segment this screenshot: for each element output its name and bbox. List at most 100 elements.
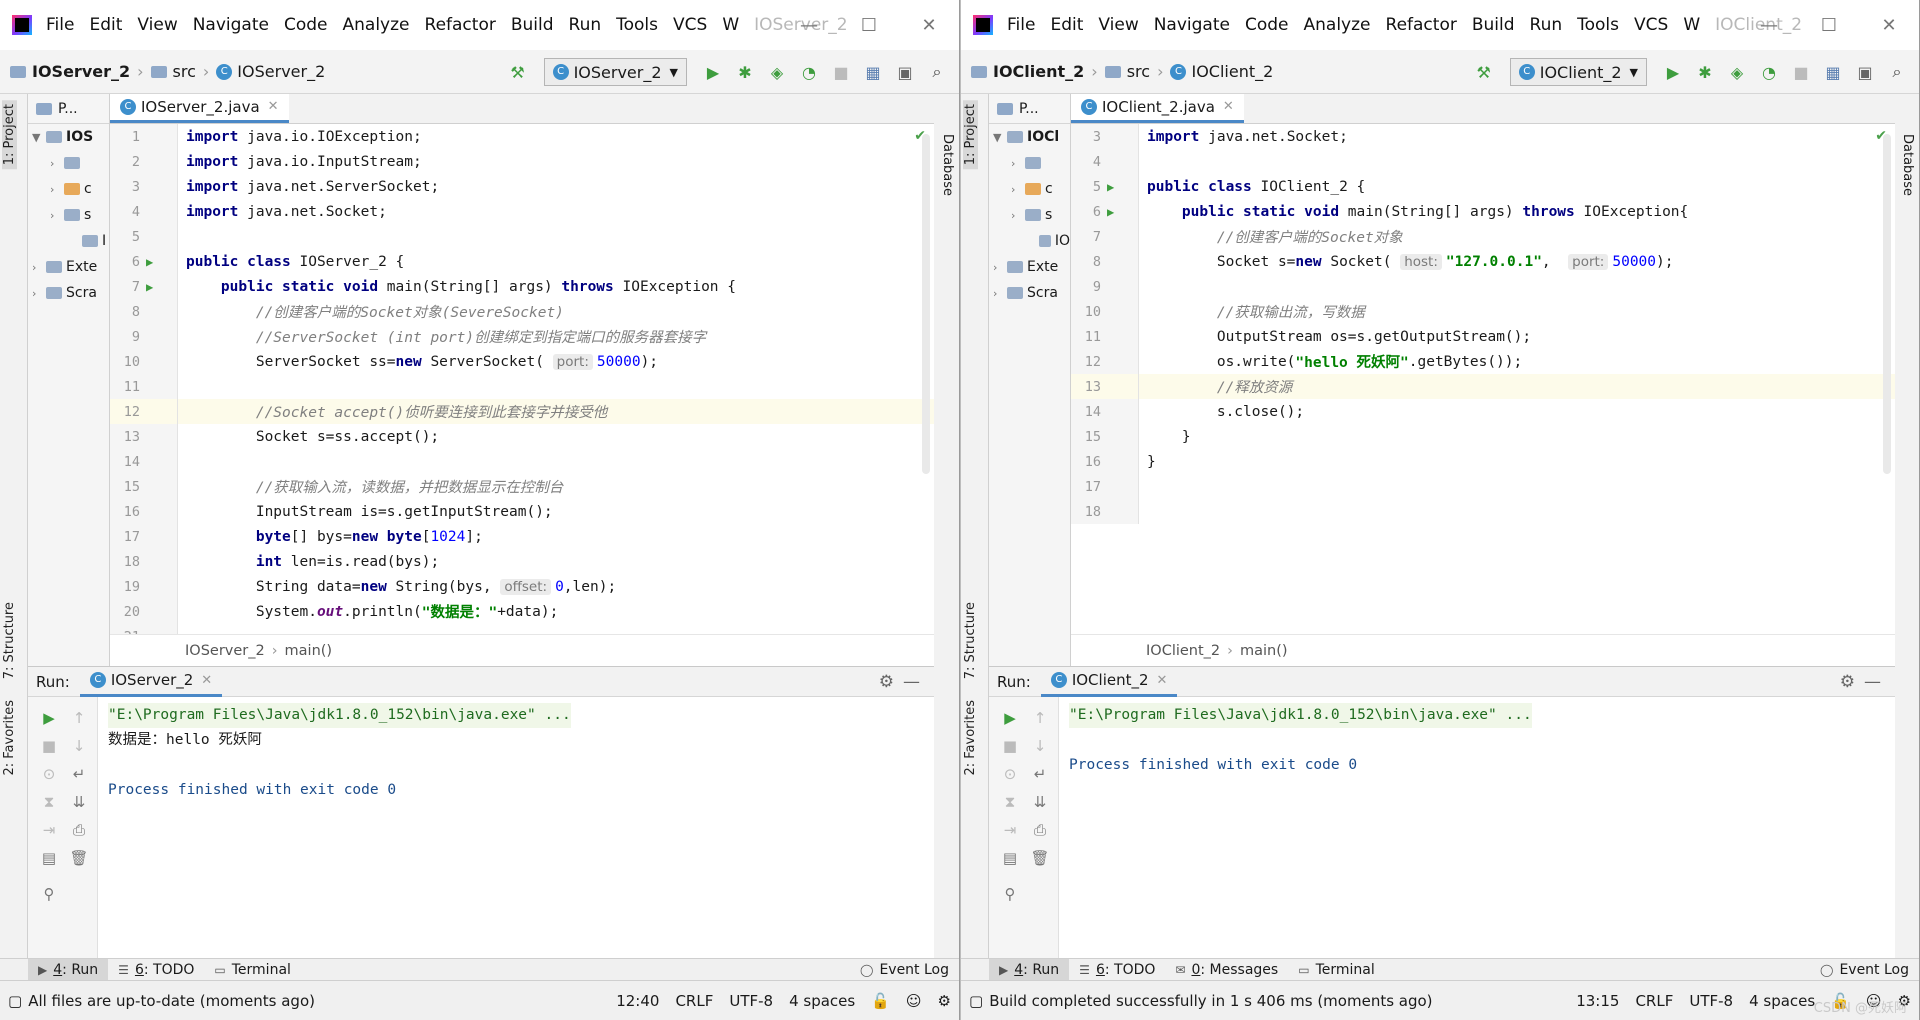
minimize-icon[interactable]: — — [1739, 15, 1799, 36]
menu-item-w[interactable]: W — [1683, 15, 1700, 35]
breadcrumb-src[interactable]: src — [173, 62, 196, 81]
close-tab-icon[interactable]: ✕ — [268, 99, 279, 114]
code-area[interactable]: 1 import java.io.IOException; 2 import java… — [110, 124, 934, 634]
hide-panel-icon[interactable]: — — [1864, 672, 1881, 692]
menu-item-code[interactable]: Code — [1245, 15, 1289, 35]
menu-item-view[interactable]: View — [1098, 15, 1138, 35]
tree-node[interactable]: › Scra — [28, 280, 109, 306]
inspector-icon[interactable]: ☺ — [906, 992, 922, 1010]
gear-icon[interactable]: ⚙ — [1840, 672, 1855, 692]
code-line[interactable]: 12 os.write("hello 死妖阿" .getBytes()); — [1071, 349, 1895, 374]
up-icon[interactable]: ↑ — [1025, 709, 1055, 727]
project-structure-icon[interactable]: ▦ — [1822, 63, 1844, 82]
soft-wrap-icon[interactable]: ↵ — [64, 765, 94, 783]
tree-node[interactable]: › s — [28, 202, 109, 228]
indent-setting[interactable]: 4 spaces — [1749, 992, 1815, 1010]
line-separator[interactable]: CRLF — [1635, 992, 1673, 1010]
pause-icon[interactable]: ⧗ — [34, 793, 64, 811]
tree-node[interactable]: › Exte — [28, 254, 109, 280]
close-icon[interactable]: ✕ — [899, 15, 959, 36]
down-icon[interactable]: ↓ — [64, 737, 94, 755]
code-line[interactable]: 18 — [1071, 499, 1895, 524]
code-line[interactable]: 8 Socket s= new Socket( host: "127.0.0.1",… — [1071, 249, 1895, 274]
editor-scrollbar[interactable] — [1883, 134, 1891, 474]
run-tab[interactable]: C IOServer_2 ✕ — [79, 667, 223, 697]
minimize-icon[interactable]: — — [779, 15, 839, 36]
project-structure-icon[interactable]: ▦ — [862, 63, 884, 82]
bottom-tab[interactable]: ✉ 0: Messages — [1165, 959, 1288, 981]
code-line[interactable]: 7 //创建客户端的Socket对象 — [1071, 224, 1895, 249]
camera-icon[interactable]: ⊙ — [995, 765, 1025, 783]
tree-node[interactable]: I — [28, 228, 109, 254]
coverage-icon[interactable]: ◈ — [1726, 63, 1748, 82]
code-line[interactable]: 11 OutputStream os=s.getOutputStream(); — [1071, 324, 1895, 349]
scroll-end-icon[interactable]: ⇊ — [64, 793, 94, 811]
indent-setting[interactable]: 4 spaces — [789, 992, 855, 1010]
status-message[interactable]: Build completed successfully in 1 s 406 … — [989, 992, 1568, 1010]
code-breadcrumb-class[interactable]: IOServer_2 — [185, 643, 265, 659]
camera-icon[interactable]: ⊙ — [34, 765, 64, 783]
editor-tab-file[interactable]: C IOClient_2.java ✕ — [1071, 94, 1244, 123]
menu-item-refactor[interactable]: Refactor — [1386, 15, 1457, 35]
code-line[interactable]: 3 import java.net.Socket; — [1071, 124, 1895, 149]
debug-icon[interactable]: ✱ — [1694, 63, 1716, 82]
menu-item-edit[interactable]: Edit — [1050, 15, 1083, 35]
code-line[interactable]: 14 — [110, 449, 934, 474]
profile-icon[interactable]: ◔ — [1758, 63, 1780, 82]
print-icon[interactable]: ⎙ — [1025, 821, 1055, 839]
tree-node[interactable]: ▼ IOS — [28, 124, 109, 150]
event-log-button[interactable]: ◯ Event Log — [1810, 959, 1919, 981]
caret-position[interactable]: 12:40 — [616, 992, 659, 1010]
run-config-select[interactable]: C IOClient_2 ▼ — [1509, 58, 1647, 86]
code-line[interactable]: 13 //释放资源 — [1071, 374, 1895, 399]
code-line[interactable]: 15 } — [1071, 424, 1895, 449]
tree-node[interactable]: › Exte — [989, 254, 1070, 280]
menu-item-file[interactable]: File — [46, 15, 74, 35]
code-line[interactable]: 3 import java.net.ServerSocket; — [110, 174, 934, 199]
code-line[interactable]: 6 ▶ public static void main(String[] args… — [1071, 199, 1895, 224]
run-icon[interactable]: ▶ — [702, 63, 724, 82]
coverage-icon[interactable]: ◈ — [766, 63, 788, 82]
bottom-tab[interactable]: ▭ Terminal — [204, 959, 301, 981]
layout-icon[interactable]: ▣ — [1854, 63, 1876, 82]
layout-icon[interactable]: ▤ — [995, 849, 1025, 867]
editor-tab-file[interactable]: C IOServer_2.java ✕ — [110, 94, 289, 123]
code-line[interactable]: 5 ▶ public class IOClient_2 { — [1071, 174, 1895, 199]
code-area[interactable]: 3 import java.net.Socket; 4 5 ▶ public class … — [1071, 124, 1895, 634]
rerun-icon[interactable]: ▶ — [995, 709, 1025, 727]
restore-layout-icon[interactable]: ⇥ — [34, 821, 64, 839]
settings-icon[interactable]: ⚙ — [938, 992, 951, 1010]
code-line[interactable]: 17 — [1071, 474, 1895, 499]
trash-icon[interactable]: 🗑 — [64, 849, 94, 867]
build-hammer-icon[interactable]: ⚒ — [1473, 63, 1495, 82]
side-tab-structure[interactable]: 7: Structure — [963, 602, 978, 679]
project-view-select[interactable]: P... — [58, 101, 78, 117]
code-breadcrumb-method[interactable]: main() — [285, 643, 333, 659]
maximize-icon[interactable]: ☐ — [839, 15, 899, 36]
tree-node[interactable]: › s — [989, 202, 1070, 228]
side-tab-favorites[interactable]: 2: Favorites — [963, 700, 978, 776]
menu-item-tools[interactable]: Tools — [1577, 15, 1619, 35]
side-tab-favorites[interactable]: 2: Favorites — [2, 700, 17, 776]
code-line[interactable]: 21 — [110, 624, 934, 634]
code-line[interactable]: 4 import java.net.Socket; — [110, 199, 934, 224]
stop-icon[interactable]: ■ — [34, 737, 64, 755]
side-tab-project[interactable]: 1: Project — [2, 100, 17, 170]
bottom-tab[interactable]: ☰ 6: TODO — [1069, 959, 1165, 981]
layout-icon[interactable]: ▤ — [34, 849, 64, 867]
side-tab-database[interactable]: Database — [1900, 134, 1915, 196]
maximize-icon[interactable]: ☐ — [1799, 15, 1859, 36]
breadcrumb-class[interactable]: IOClient_2 — [1191, 62, 1273, 81]
menu-item-tools[interactable]: Tools — [616, 15, 658, 35]
run-gutter-icon[interactable]: ▶ — [1107, 180, 1114, 194]
profile-icon[interactable]: ◔ — [798, 63, 820, 82]
menu-item-edit[interactable]: Edit — [89, 15, 122, 35]
tree-node[interactable]: › c — [989, 176, 1070, 202]
bottom-tab[interactable]: ▭ Terminal — [1288, 959, 1385, 981]
menu-item-vcs[interactable]: VCS — [673, 15, 707, 35]
menu-item-analyze[interactable]: Analyze — [343, 15, 410, 35]
menu-item-run[interactable]: Run — [1530, 15, 1563, 35]
close-tab-icon[interactable]: ✕ — [1223, 99, 1234, 114]
code-line[interactable]: 7 ▶ public static void main(String[] args… — [110, 274, 934, 299]
trash-icon[interactable]: 🗑 — [1025, 849, 1055, 867]
